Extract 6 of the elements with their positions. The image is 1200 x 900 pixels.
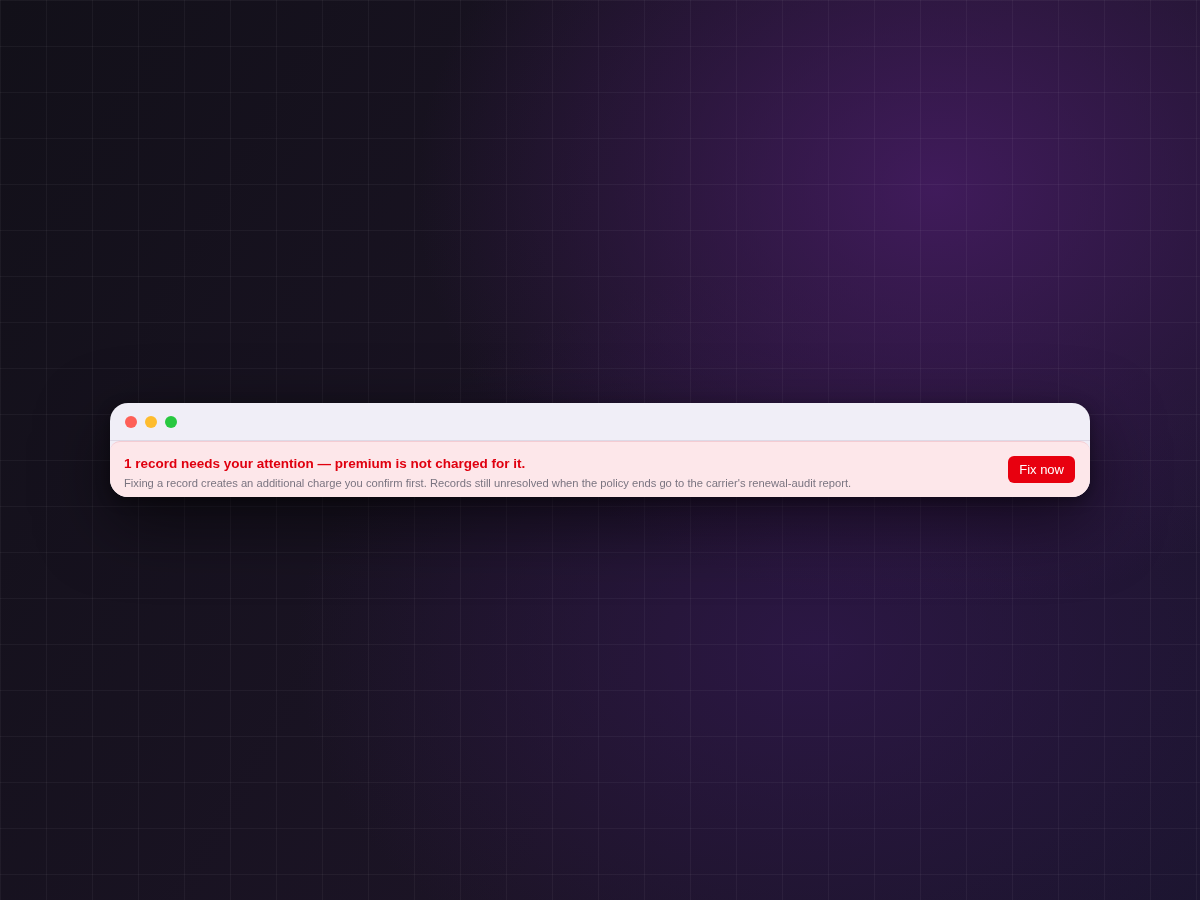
fix-now-button[interactable]: Fix now <box>1008 455 1075 483</box>
alert-title: 1 record needs your attention — premium is not charged for it. <box>124 455 527 473</box>
minimize-dot-icon[interactable] <box>145 415 157 428</box>
close-dot-icon[interactable] <box>125 415 137 428</box>
maximize-dot-icon[interactable] <box>165 415 177 428</box>
alert-description: Fixing a record creates an additional charge you confirm first. Records still unresolved when the policy ends go to the carrier's renewal-audit report. <box>124 476 852 491</box>
